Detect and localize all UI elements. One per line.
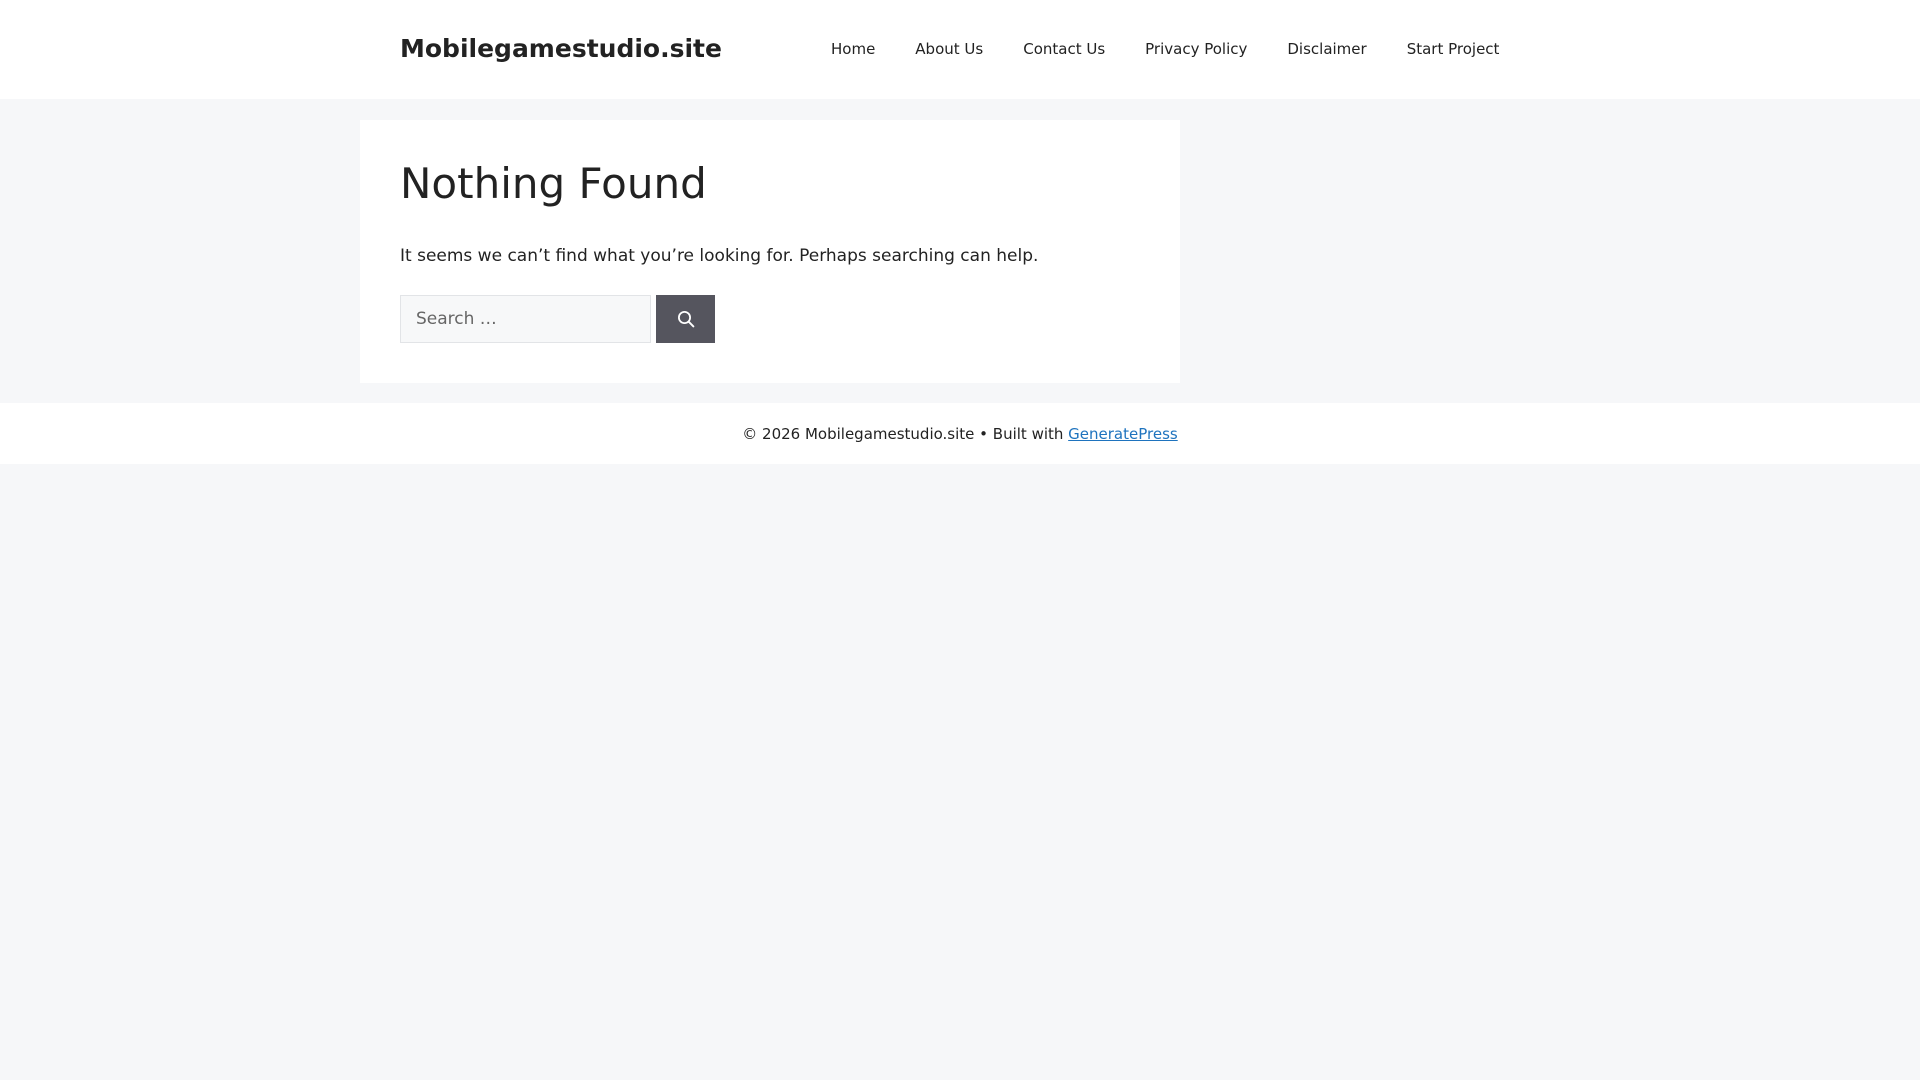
main-navigation: Home About Us Contact Us Privacy Policy … — [811, 0, 1519, 99]
page-title: Nothing Found — [400, 159, 707, 208]
nav-item-disclaimer[interactable]: Disclaimer — [1267, 0, 1386, 99]
site-footer: © 2026 Mobilegamestudio.site • Built wit… — [0, 403, 1920, 464]
footer-generatepress-link[interactable]: GeneratePress — [1068, 425, 1178, 443]
site-title-link[interactable]: Mobilegamestudio.site — [400, 33, 722, 65]
footer-copyright: © 2026 Mobilegamestudio.site • Built wit… — [742, 424, 1069, 443]
not-found-message: It seems we can’t find what you’re looki… — [400, 246, 1039, 266]
nav-item-start-project[interactable]: Start Project — [1387, 0, 1520, 99]
nav-item-privacy-policy[interactable]: Privacy Policy — [1125, 0, 1267, 99]
nav-item-home[interactable]: Home — [811, 0, 895, 99]
nav-item-contact-us[interactable]: Contact Us — [1003, 0, 1125, 99]
search-input[interactable] — [400, 295, 651, 343]
nav-item-about-us[interactable]: About Us — [895, 0, 1003, 99]
site-header: Mobilegamestudio.site Home About Us Cont… — [0, 0, 1920, 99]
search-form — [400, 295, 715, 343]
search-icon — [677, 311, 694, 328]
search-button[interactable] — [656, 295, 715, 343]
content-panel: Nothing Found It seems we can’t find wha… — [360, 120, 1180, 383]
